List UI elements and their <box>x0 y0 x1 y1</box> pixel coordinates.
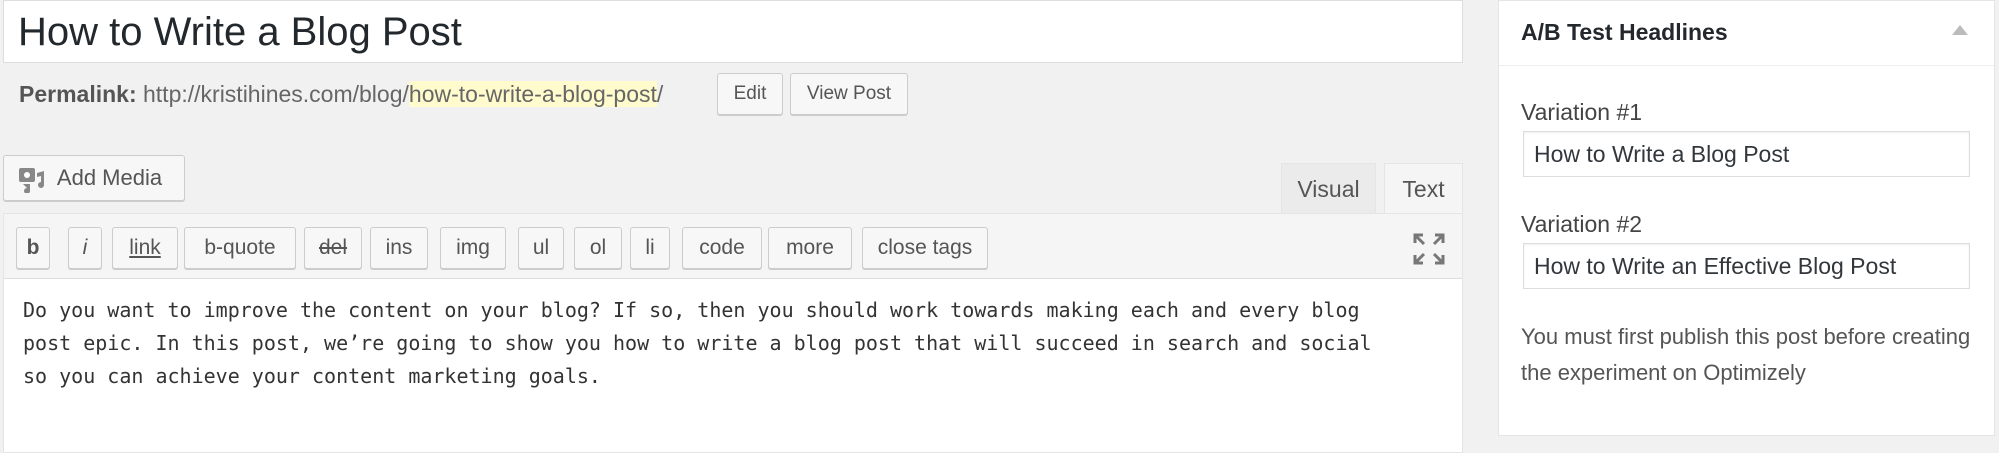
media-icon <box>18 164 46 195</box>
permalink-base: http://kristihines.com/blog/ <box>143 81 409 107</box>
ab-box-title: A/B Test Headlines <box>1521 19 1728 45</box>
quicktags-toolbar: b i link b-quote del ins img ul ol li co… <box>4 214 1462 279</box>
collapse-toggle-icon[interactable] <box>1952 25 1968 35</box>
post-title-text: How to Write a Blog Post <box>18 10 462 54</box>
add-media-label: Add Media <box>56 165 163 190</box>
fullscreen-icon[interactable] <box>1412 232 1446 266</box>
add-media-button[interactable]: Add Media <box>3 155 185 201</box>
ab-test-headlines-box: A/B Test Headlines Variation #1 How to W… <box>1498 0 1995 436</box>
quicktag-ul-button[interactable]: ul <box>518 227 564 269</box>
quicktag-code-button[interactable]: code <box>682 227 762 269</box>
edit-permalink-button[interactable]: Edit <box>717 73 783 115</box>
quicktag-more-button[interactable]: more <box>768 227 852 269</box>
quicktag-ins-button[interactable]: ins <box>370 227 428 269</box>
permalink-label: Permalink: <box>19 81 137 107</box>
permalink-row: Permalink: http://kristihines.com/blog/h… <box>19 79 663 109</box>
editor-container: b i link b-quote del ins img ul ol li co… <box>3 213 1463 453</box>
quicktag-italic-button[interactable]: i <box>68 227 102 269</box>
quicktag-del-button[interactable]: del <box>304 227 362 269</box>
variation-2-input[interactable]: How to Write an Effective Blog Post <box>1523 243 1970 289</box>
variation-1-label: Variation #1 <box>1521 99 1643 125</box>
quicktag-li-button[interactable]: li <box>630 227 670 269</box>
editor-textarea[interactable]: Do you want to improve the content on yo… <box>23 294 1453 393</box>
post-title-input[interactable]: How to Write a Blog Post <box>3 0 1463 63</box>
tab-visual[interactable]: Visual <box>1281 163 1376 213</box>
ab-box-header[interactable]: A/B Test Headlines <box>1499 1 1994 66</box>
quicktag-bold-button[interactable]: b <box>16 227 50 269</box>
tab-text[interactable]: Text <box>1384 163 1463 214</box>
variation-1-input[interactable]: How to Write a Blog Post <box>1523 131 1970 177</box>
permalink-slug[interactable]: how-to-write-a-blog-post <box>408 81 657 107</box>
quicktag-link-button[interactable]: link <box>112 227 178 269</box>
quicktag-ol-button[interactable]: ol <box>574 227 622 269</box>
quicktag-close-tags-button[interactable]: close tags <box>862 227 988 269</box>
variation-2-label: Variation #2 <box>1521 211 1643 237</box>
view-post-button[interactable]: View Post <box>790 73 908 115</box>
quicktag-bquote-button[interactable]: b-quote <box>184 227 296 269</box>
permalink-end: / <box>656 81 664 107</box>
quicktag-img-button[interactable]: img <box>440 227 506 269</box>
publish-notice: You must first publish this post before … <box>1521 324 1971 385</box>
